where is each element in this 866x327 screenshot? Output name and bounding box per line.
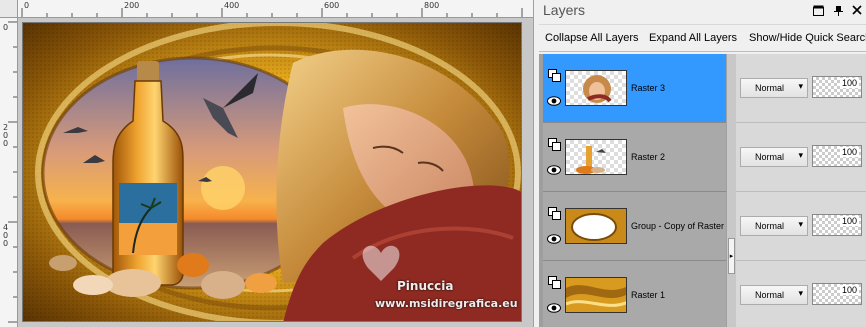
expand-all-layers-button[interactable]: Expand All Layers: [649, 32, 737, 44]
ruler-top-label: 0: [24, 1, 30, 10]
layers-list: Raster 3 Normal ▾ 100 Raster 2 Normal ▾ …: [539, 54, 866, 327]
opacity-field[interactable]: 100: [812, 283, 862, 305]
splitter-handle-icon[interactable]: ▸: [728, 238, 735, 274]
blend-mode-dropdown[interactable]: Normal ▾: [740, 285, 808, 305]
layer-properties: Normal ▾ 100: [736, 123, 866, 192]
layer-type-icon[interactable]: [547, 137, 561, 151]
layer-row-main[interactable]: Group - Copy of Raster 1: [543, 192, 732, 261]
document-image[interactable]: Pinuccia www.msidiregrafica.eu: [22, 22, 522, 322]
show-hide-quick-search-button[interactable]: Show/Hide Quick Search: [749, 32, 866, 44]
palette-title: Layers: [543, 2, 586, 18]
layers-toolbar: Collapse All Layers Expand All Layers Sh…: [539, 24, 866, 52]
layer-thumbnail[interactable]: [565, 70, 627, 106]
blend-mode-value: Normal: [755, 152, 785, 162]
opacity-value: 100: [839, 147, 859, 157]
ruler-top-label: 800: [424, 1, 440, 10]
layer-row-main[interactable]: Raster 3: [543, 54, 726, 123]
layer-properties: Normal ▾ 100: [736, 54, 866, 123]
blend-mode-dropdown[interactable]: Normal ▾: [740, 216, 808, 236]
opacity-value: 100: [839, 78, 859, 88]
layer-row-raster-3[interactable]: Raster 3 Normal ▾ 100: [539, 54, 866, 123]
opacity-value: 100: [839, 285, 859, 295]
layer-row-main[interactable]: Raster 2: [543, 123, 726, 192]
layer-type-icon[interactable]: [547, 275, 561, 289]
dropdown-arrow-icon: ▾: [798, 288, 803, 298]
blend-mode-value: Normal: [755, 221, 785, 231]
layer-name[interactable]: Raster 3: [631, 83, 665, 93]
ruler-top-label: 600: [324, 1, 340, 10]
layer-thumbnail[interactable]: [565, 277, 627, 313]
layer-properties: Normal ▾ 100: [736, 261, 866, 327]
ruler-corner: [0, 0, 18, 18]
collapse-all-layers-button[interactable]: Collapse All Layers: [545, 32, 639, 44]
visibility-eye-icon[interactable]: [547, 163, 561, 177]
restore-icon[interactable]: [811, 3, 825, 17]
column-splitter[interactable]: ▸: [726, 54, 736, 327]
close-icon[interactable]: [850, 3, 864, 17]
ruler-top: 0 200 400 600 800: [18, 0, 533, 18]
group-layer-icon[interactable]: [547, 206, 561, 220]
composite-artwork: [23, 23, 521, 321]
visibility-eye-icon[interactable]: [547, 232, 561, 246]
blend-mode-value: Normal: [755, 83, 785, 93]
pin-icon[interactable]: [831, 3, 845, 17]
watermark-url: www.msidiregrafica.eu: [375, 297, 518, 310]
watermark-brand: Pinuccia: [397, 279, 454, 293]
layer-row-group-copy-of-raster-1[interactable]: Group - Copy of Raster 1 Normal ▾ 100: [539, 192, 866, 261]
blend-mode-dropdown[interactable]: Normal ▾: [740, 147, 808, 167]
ruler-top-label: 200: [124, 1, 140, 10]
layer-row-raster-1[interactable]: Raster 1 Normal ▾ 100: [539, 261, 866, 327]
visibility-eye-icon[interactable]: [547, 301, 561, 315]
ruler-left: 0 2 0 0 4 0 0: [0, 18, 18, 327]
layer-row-raster-2[interactable]: Raster 2 Normal ▾ 100: [539, 123, 866, 192]
layer-name[interactable]: Group - Copy of Raster 1: [631, 221, 732, 231]
layer-thumbnail[interactable]: [565, 208, 627, 244]
ruler-left-label: 0: [3, 23, 9, 32]
ruler-left-label: 2 0 0: [3, 123, 9, 148]
ruler-top-label: 400: [224, 1, 240, 10]
dropdown-arrow-icon: ▾: [798, 81, 803, 91]
layer-name[interactable]: Raster 1: [631, 290, 665, 300]
layer-properties: Normal ▾ 100: [736, 192, 866, 261]
dropdown-arrow-icon: ▾: [798, 219, 803, 229]
layer-row-main[interactable]: Raster 1: [543, 261, 726, 327]
opacity-field[interactable]: 100: [812, 76, 862, 98]
opacity-field[interactable]: 100: [812, 145, 862, 167]
opacity-field[interactable]: 100: [812, 214, 862, 236]
ruler-left-label: 4 0 0: [3, 223, 9, 248]
layer-type-icon[interactable]: [547, 68, 561, 82]
opacity-value: 100: [839, 216, 859, 226]
layers-palette: Layers Collapse All Layers Expand All La…: [539, 0, 866, 327]
visibility-eye-icon[interactable]: [547, 94, 561, 108]
canvas-area[interactable]: 0 200 400 600 800 0 2 0 0 4 0 0 Pinuccia…: [0, 0, 533, 327]
layer-thumbnail[interactable]: [565, 139, 627, 175]
dropdown-arrow-icon: ▾: [798, 150, 803, 160]
layer-name[interactable]: Raster 2: [631, 152, 665, 162]
blend-mode-value: Normal: [755, 290, 785, 300]
blend-mode-dropdown[interactable]: Normal ▾: [740, 78, 808, 98]
